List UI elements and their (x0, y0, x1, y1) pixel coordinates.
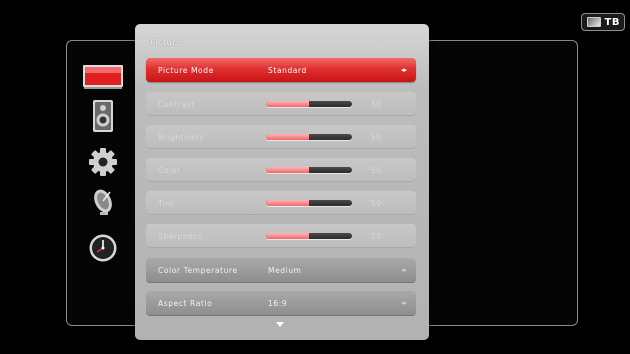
satellite-dish-icon (94, 189, 112, 215)
aspect-ratio-label: Aspect Ratio (158, 298, 213, 308)
color-slider-fill (266, 167, 309, 173)
aspect-ratio-value: 16:9 (268, 298, 288, 308)
clock-icon (89, 234, 117, 262)
tv-input-icon (587, 17, 601, 27)
contrast-label: Contrast (158, 99, 195, 109)
picture-mode-row[interactable]: Picture Mode Standard ◂▸ (146, 58, 416, 82)
color-row: Color 50 (146, 158, 416, 182)
tint-row: Tint 50 (146, 191, 416, 215)
category-setup[interactable] (80, 146, 126, 178)
category-picture[interactable] (80, 62, 126, 94)
color-label: Color (158, 165, 181, 175)
color-temperature-value: Medium (268, 265, 302, 275)
brightness-slider (266, 134, 352, 140)
brightness-label: Brightness (158, 132, 204, 142)
menu-title: Picture (150, 38, 182, 47)
tint-slider-fill (266, 200, 309, 206)
tint-label: Tint (158, 198, 175, 208)
color-slider (266, 167, 352, 173)
gear-icon (89, 148, 117, 176)
left-right-arrows-icon: ◂▸ (400, 266, 407, 274)
sharpness-slider-fill (266, 233, 309, 239)
brightness-row: Brightness 50 (146, 125, 416, 149)
brightness-value: 50 (371, 132, 382, 142)
speaker-icon (93, 100, 113, 132)
picture-menu-panel: Picture Picture Mode Standard ◂▸ Contras… (135, 24, 429, 340)
input-source-badge[interactable]: TB (581, 13, 625, 31)
color-temperature-label: Color Temperature (158, 265, 238, 275)
sharpness-row: Sharpness 50 (146, 224, 416, 248)
picture-mode-value: Standard (268, 65, 307, 75)
contrast-slider-fill (266, 101, 309, 107)
down-arrow-icon[interactable] (276, 322, 284, 327)
sharpness-label: Sharpness (158, 231, 203, 241)
brightness-slider-fill (266, 134, 309, 140)
sharpness-value: 50 (371, 231, 382, 241)
tv-picture-icon (83, 65, 123, 89)
color-value: 50 (371, 165, 382, 175)
category-channel[interactable] (80, 186, 126, 218)
sharpness-slider (266, 233, 352, 239)
tint-value: 50 (371, 198, 382, 208)
color-temperature-row[interactable]: Color Temperature Medium ◂▸ (146, 258, 416, 282)
contrast-slider (266, 101, 352, 107)
category-sound[interactable] (80, 100, 126, 132)
category-time[interactable] (80, 232, 126, 264)
contrast-row: Contrast 50 (146, 92, 416, 116)
aspect-ratio-row[interactable]: Aspect Ratio 16:9 ◂▸ (146, 291, 416, 315)
left-right-arrows-icon: ◂▸ (400, 299, 407, 307)
contrast-value: 50 (371, 99, 382, 109)
tint-slider (266, 200, 352, 206)
left-right-arrows-icon: ◂▸ (400, 66, 407, 74)
picture-mode-label: Picture Mode (158, 65, 214, 75)
input-source-label: TB (604, 16, 620, 28)
